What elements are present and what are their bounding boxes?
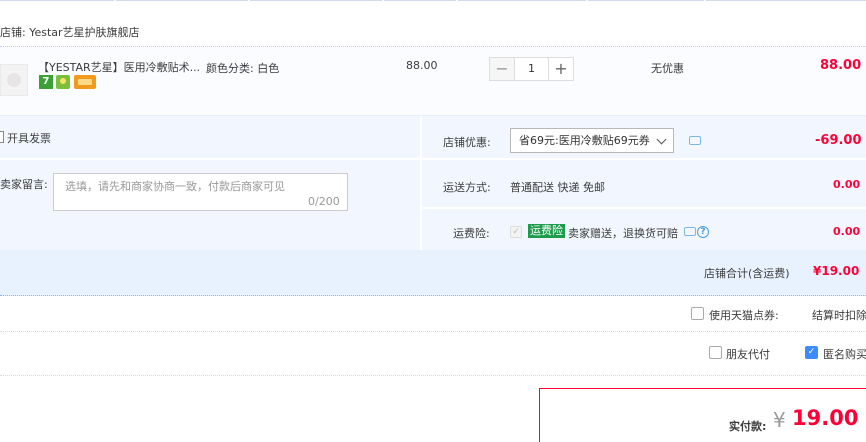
divider <box>0 331 866 332</box>
message-label: 卖家留言: <box>0 178 48 191</box>
tmall-points-label[interactable]: 使用天猫点券: <box>709 307 779 323</box>
shipping-label: 运送方式: <box>443 181 491 194</box>
message-counter: 0/200 <box>308 195 340 208</box>
anonymous-checkbox[interactable]: ✓ <box>805 346 818 359</box>
quantity-increase-button[interactable]: + <box>548 57 574 81</box>
quantity-input[interactable]: 1 <box>515 57 548 81</box>
message-placeholder: 选填，请先和商家协商一致，付款后商家可见 <box>65 180 285 193</box>
shipping-amount: 0.00 <box>833 178 861 191</box>
payment-label: 实付款: <box>729 420 767 433</box>
anonymous-label[interactable]: 匿名购买 <box>823 346 866 362</box>
insurance-description: 卖家赠送，退换货可赔 <box>568 227 678 240</box>
chevron-down-icon <box>656 134 667 145</box>
invoice-checkbox[interactable] <box>0 131 4 143</box>
product-sku: 颜色分类: 白色 <box>206 62 280 75</box>
divider <box>422 158 866 160</box>
insurance-tag: 运费险 <box>528 224 565 238</box>
divider <box>0 375 866 376</box>
settle-note: 结算时扣除 <box>812 309 866 322</box>
tmall-points-checkbox[interactable] <box>691 307 704 320</box>
credit-card-icon <box>74 75 96 89</box>
divider <box>0 158 420 160</box>
shop-total-label: 店铺合计(含运费) <box>704 267 790 280</box>
order-item-row <box>0 46 866 116</box>
insurance-checkbox: ✓ <box>510 226 522 238</box>
seven-day-return-icon: 7 <box>39 75 53 89</box>
item-discount: 无优惠 <box>651 62 684 75</box>
friend-pay-checkbox[interactable] <box>709 346 722 359</box>
shop-name[interactable]: 店铺: Yestar艺星护肤旗舰店 <box>0 24 140 40</box>
item-subtotal: 88.00 <box>820 58 862 73</box>
shop-discount-amount: -69.00 <box>815 133 862 148</box>
shop-discount-label: 店铺优惠: <box>443 136 491 149</box>
insurance-label: 运费险: <box>453 227 490 240</box>
insurance-amount: 0.00 <box>833 225 861 238</box>
unit-price: 88.00 <box>406 59 438 72</box>
divider <box>420 116 422 250</box>
friend-pay-label[interactable]: 朋友代付 <box>726 346 770 362</box>
medal-icon <box>56 75 70 89</box>
chat-icon[interactable] <box>684 227 696 236</box>
invoice-label[interactable]: 开具发票 <box>7 130 51 146</box>
shop-total-amount: ¥19.00 <box>813 264 860 278</box>
chat-icon[interactable] <box>689 136 701 145</box>
help-icon[interactable]: ? <box>697 226 709 238</box>
product-title[interactable]: 【YESTAR艺星】医用冷敷贴术... <box>38 59 200 75</box>
shipping-method: 普通配送 快递 免邮 <box>510 181 605 194</box>
divider <box>422 207 866 209</box>
product-thumbnail[interactable] <box>0 64 28 96</box>
payment-currency: ¥ <box>773 408 786 432</box>
quantity-decrease-button[interactable]: − <box>489 57 515 81</box>
coupon-select[interactable]: 省69元:医用冷敷贴69元券 <box>510 128 674 153</box>
header-border <box>0 0 866 2</box>
coupon-select-value: 省69元:医用冷敷贴69元券 <box>519 134 650 147</box>
payment-amount: 19.00 <box>792 406 859 430</box>
